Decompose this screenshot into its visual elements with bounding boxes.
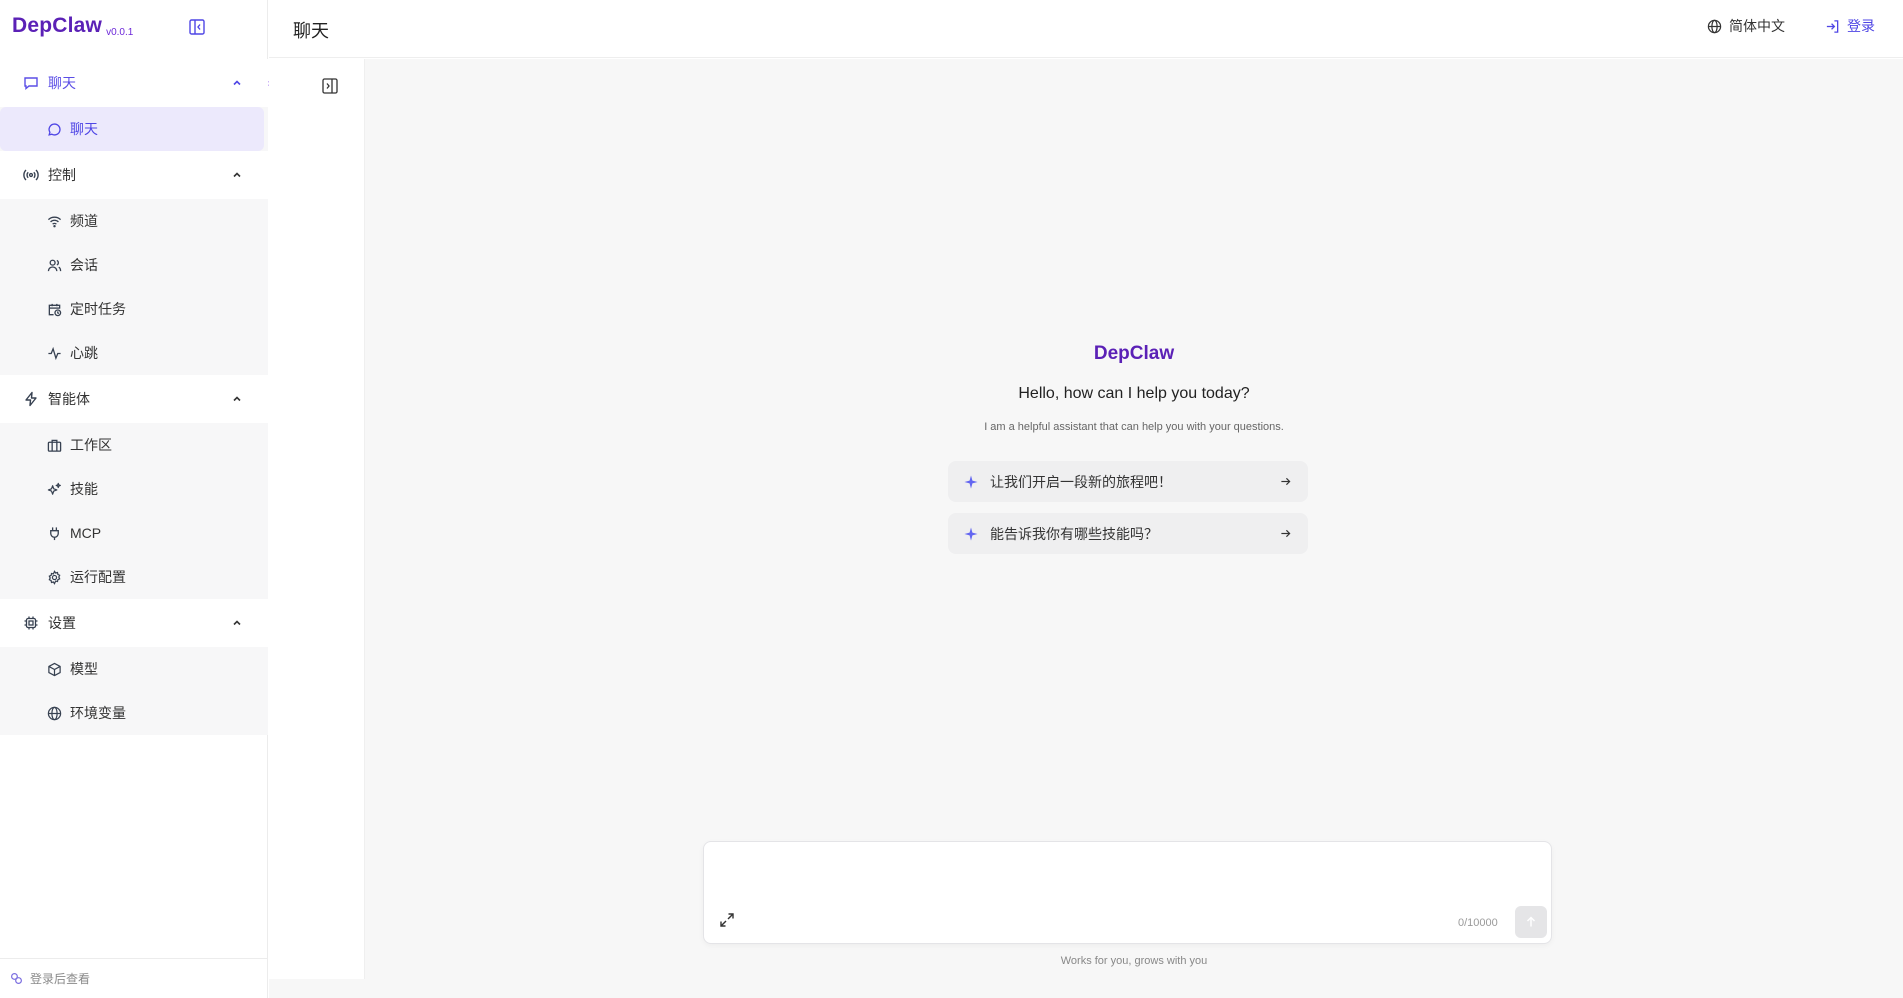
expand-editor-button[interactable] bbox=[718, 911, 736, 929]
language-label: 简体中文 bbox=[1729, 18, 1785, 34]
activity-icon bbox=[46, 345, 62, 361]
sidebar-item-label: 频道 bbox=[70, 213, 98, 229]
nav-group-body-settings: 模型 环境变量 bbox=[0, 647, 268, 735]
box-icon bbox=[46, 661, 62, 677]
zap-icon bbox=[22, 390, 40, 408]
message-input[interactable] bbox=[716, 852, 1536, 902]
nav-group-label: 智能体 bbox=[48, 391, 90, 407]
sidebar-nav: 聊天 聊天 控制 频道 会话 定时任务 心跳 智能体 工作区 技能 MCP 运行… bbox=[0, 59, 268, 735]
link-icon bbox=[10, 972, 24, 986]
gear-icon bbox=[46, 569, 62, 585]
history-panel bbox=[269, 59, 365, 979]
sidebar-item-skills[interactable]: 技能 bbox=[0, 467, 268, 511]
panel-right-icon bbox=[322, 78, 338, 94]
chevron-up-icon bbox=[230, 168, 244, 182]
plug-icon bbox=[46, 525, 62, 541]
sidebar-item-channels[interactable]: 频道 bbox=[0, 199, 268, 243]
sparkle-icon bbox=[964, 526, 978, 541]
cpu-icon bbox=[22, 614, 40, 632]
nav-group-label: 聊天 bbox=[48, 75, 76, 91]
character-counter: 0/10000 bbox=[1458, 917, 1498, 929]
sidebar-item-label: 模型 bbox=[70, 661, 98, 677]
tagline: Works for you, grows with you bbox=[1060, 955, 1208, 967]
globe-icon bbox=[1707, 18, 1723, 34]
arrow-up-icon bbox=[1526, 916, 1536, 927]
top-bar: 聊天 简体中文 登录 bbox=[269, 0, 1903, 58]
welcome-section: DepClaw Hello, how can I help you today?… bbox=[365, 343, 1903, 433]
sidebar-item-label: MCP bbox=[70, 525, 102, 541]
sidebar-item-label: 技能 bbox=[70, 481, 98, 497]
sidebar-footer[interactable]: 登录后查看 bbox=[0, 958, 268, 998]
nav-group-settings[interactable]: 设置 bbox=[0, 599, 268, 647]
message-square-icon bbox=[22, 74, 40, 92]
suggested-prompt[interactable]: 能告诉我你有哪些技能吗？ bbox=[948, 513, 1308, 554]
nav-group-body-agents: 工作区 技能 MCP 运行配置 bbox=[0, 423, 268, 599]
sidebar-collapse-button[interactable] bbox=[186, 16, 208, 38]
message-circle-icon bbox=[46, 121, 62, 137]
welcome-subtitle: I am a helpful assistant that can help y… bbox=[984, 421, 1284, 433]
sidebar-item-label: 会话 bbox=[70, 257, 98, 273]
sidebar-item-heartbeat[interactable]: 心跳 bbox=[0, 331, 268, 375]
globe-icon bbox=[46, 705, 62, 721]
suggested-prompt-text: 让我们开启一段新的旅程吧！ bbox=[990, 473, 1172, 490]
sidebar-item-label: 聊天 bbox=[70, 121, 98, 137]
broadcast-icon bbox=[22, 166, 40, 184]
welcome-hello: Hello, how can I help you today? bbox=[1018, 385, 1250, 402]
sidebar-footer-text: 登录后查看 bbox=[30, 972, 91, 986]
arrow-right-icon bbox=[1280, 528, 1292, 540]
language-selector[interactable]: 简体中文 bbox=[1707, 16, 1785, 36]
arrow-right-icon bbox=[1280, 476, 1292, 488]
sidebar-item-models[interactable]: 模型 bbox=[0, 647, 268, 691]
suggested-prompt-text: 能告诉我你有哪些技能吗？ bbox=[990, 525, 1158, 542]
users-icon bbox=[46, 257, 62, 273]
chevron-up-icon bbox=[230, 76, 244, 90]
sidebar-item-runtime-config[interactable]: 运行配置 bbox=[0, 555, 268, 599]
send-button[interactable] bbox=[1515, 906, 1547, 938]
login-label: 登录 bbox=[1847, 18, 1875, 34]
nav-group-control[interactable]: 控制 bbox=[0, 151, 268, 199]
nav-group-body-control: 频道 会话 定时任务 心跳 bbox=[0, 199, 268, 375]
login-button[interactable]: 登录 bbox=[1825, 16, 1875, 36]
sidebar-item-label: 定时任务 bbox=[70, 301, 126, 317]
suggested-prompt[interactable]: 让我们开启一段新的旅程吧！ bbox=[948, 461, 1308, 502]
chevron-up-icon bbox=[230, 392, 244, 406]
brand-version: v0.0.1 bbox=[106, 27, 134, 38]
message-composer: 0/10000 bbox=[703, 841, 1552, 944]
sparkles-icon bbox=[46, 481, 62, 497]
sidebar-item-chat[interactable]: 聊天 bbox=[0, 107, 264, 151]
sidebar-item-workspace[interactable]: 工作区 bbox=[0, 423, 268, 467]
sidebar-item-label: 环境变量 bbox=[70, 705, 126, 721]
sparkle-icon bbox=[964, 474, 978, 489]
wifi-icon bbox=[46, 213, 62, 229]
nav-group-body-chat: 聊天 bbox=[0, 107, 268, 151]
nav-group-label: 控制 bbox=[48, 167, 76, 183]
sidebar: DepClaw v0.0.1 ‹ 聊天 聊天 控制 bbox=[0, 0, 269, 998]
brand-name: DepClaw bbox=[12, 14, 103, 37]
bottom-strip bbox=[269, 979, 1903, 998]
expand-icon bbox=[720, 913, 734, 927]
nav-group-chat[interactable]: 聊天 bbox=[0, 59, 268, 107]
log-in-icon bbox=[1825, 18, 1841, 34]
chat-main: DepClaw Hello, how can I help you today?… bbox=[365, 59, 1903, 979]
sidebar-item-label: 心跳 bbox=[70, 345, 98, 361]
sidebar-item-sessions[interactable]: 会话 bbox=[0, 243, 268, 287]
sidebar-item-label: 工作区 bbox=[70, 437, 112, 453]
nav-group-agents[interactable]: 智能体 bbox=[0, 375, 268, 423]
brand: DepClaw v0.0.1 bbox=[12, 14, 133, 38]
panel-left-close-icon bbox=[189, 19, 205, 35]
sidebar-item-label: 运行配置 bbox=[70, 569, 126, 585]
sidebar-item-scheduled-tasks[interactable]: 定时任务 bbox=[0, 287, 268, 331]
calendar-clock-icon bbox=[46, 301, 62, 317]
welcome-title: DepClaw bbox=[1093, 343, 1175, 364]
page-title: 聊天 bbox=[293, 21, 329, 41]
history-toggle-button[interactable] bbox=[319, 75, 341, 97]
sidebar-item-mcp[interactable]: MCP bbox=[0, 511, 268, 555]
chevron-up-icon bbox=[230, 616, 244, 630]
sidebar-item-env-vars[interactable]: 环境变量 bbox=[0, 691, 268, 735]
briefcase-icon bbox=[46, 437, 62, 453]
nav-group-label: 设置 bbox=[48, 615, 76, 631]
